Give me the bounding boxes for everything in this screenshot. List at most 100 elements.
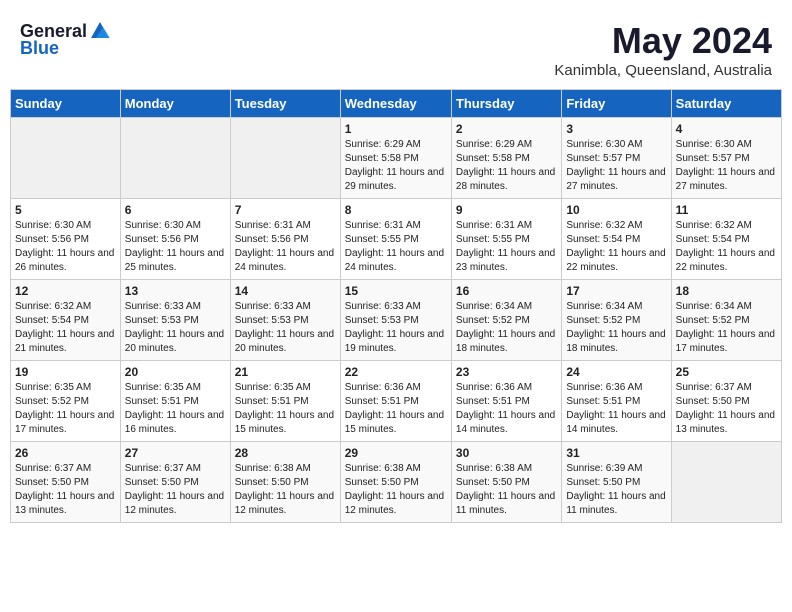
title-area: May 2024 Kanimbla, Queensland, Australia <box>554 20 772 79</box>
day-number: 31 <box>566 446 666 460</box>
day-number: 18 <box>676 284 777 298</box>
day-number: 11 <box>676 203 777 217</box>
day-info: Sunrise: 6:33 AM Sunset: 5:53 PM Dayligh… <box>125 300 226 356</box>
day-number: 7 <box>235 203 336 217</box>
day-number: 17 <box>566 284 666 298</box>
calendar-cell: 29Sunrise: 6:38 AM Sunset: 5:50 PM Dayli… <box>340 442 451 523</box>
day-number: 30 <box>456 446 557 460</box>
day-number: 6 <box>125 203 226 217</box>
day-info: Sunrise: 6:34 AM Sunset: 5:52 PM Dayligh… <box>676 300 777 356</box>
calendar-week-row: 1 Sunrise: 6:29 AM Sunset: 5:58 PM Daylig… <box>11 118 782 199</box>
calendar-cell: 6 Sunrise: 6:30 AM Sunset: 5:56 PM Daylig… <box>120 199 230 280</box>
calendar-cell: 7Sunrise: 6:31 AM Sunset: 5:56 PM Daylig… <box>230 199 340 280</box>
day-info: Sunrise: 6:33 AM Sunset: 5:53 PM Dayligh… <box>345 300 447 356</box>
calendar-week-row: 5 Sunrise: 6:30 AM Sunset: 5:56 PM Daylig… <box>11 199 782 280</box>
day-number: 1 <box>345 122 447 136</box>
calendar-cell: 8Sunrise: 6:31 AM Sunset: 5:55 PM Daylig… <box>340 199 451 280</box>
day-number: 15 <box>345 284 447 298</box>
weekday-header: Wednesday <box>340 90 451 118</box>
day-info: Sunrise: 6:37 AM Sunset: 5:50 PM Dayligh… <box>676 381 777 437</box>
calendar-cell: 22 Sunrise: 6:36 AM Sunset: 5:51 PM Dayli… <box>340 361 451 442</box>
calendar-cell: 10 Sunrise: 6:32 AM Sunset: 5:54 PM Dayli… <box>562 199 671 280</box>
weekday-header: Monday <box>120 90 230 118</box>
calendar-week-row: 19 Sunrise: 6:35 AM Sunset: 5:52 PM Dayli… <box>11 361 782 442</box>
day-info: Sunrise: 6:35 AM Sunset: 5:51 PM Dayligh… <box>235 381 336 437</box>
calendar-cell: 14 Sunrise: 6:33 AM Sunset: 5:53 PM Dayli… <box>230 280 340 361</box>
calendar-cell: 4 Sunrise: 6:30 AM Sunset: 5:57 PM Daylig… <box>671 118 781 199</box>
calendar-cell: 31 Sunrise: 6:39 AM Sunset: 5:50 PM Dayli… <box>562 442 671 523</box>
day-number: 21 <box>235 365 336 379</box>
calendar-cell <box>11 118 121 199</box>
calendar-cell: 2 Sunrise: 6:29 AM Sunset: 5:58 PM Daylig… <box>451 118 561 199</box>
logo-icon <box>89 20 111 42</box>
day-number: 25 <box>676 365 777 379</box>
weekday-header: Saturday <box>671 90 781 118</box>
day-info: Sunrise: 6:37 AM Sunset: 5:50 PM Dayligh… <box>15 462 116 518</box>
day-info: Sunrise: 6:31 AM Sunset: 5:55 PM Dayligh… <box>456 219 557 275</box>
day-number: 26 <box>15 446 116 460</box>
calendar-cell: 20Sunrise: 6:35 AM Sunset: 5:51 PM Dayli… <box>120 361 230 442</box>
calendar-cell: 17 Sunrise: 6:34 AM Sunset: 5:52 PM Dayli… <box>562 280 671 361</box>
calendar-cell: 27 Sunrise: 6:37 AM Sunset: 5:50 PM Dayli… <box>120 442 230 523</box>
day-number: 27 <box>125 446 226 460</box>
day-number: 22 <box>345 365 447 379</box>
day-info: Sunrise: 6:33 AM Sunset: 5:53 PM Dayligh… <box>235 300 336 356</box>
day-info: Sunrise: 6:32 AM Sunset: 5:54 PM Dayligh… <box>566 219 666 275</box>
logo-blue-text: Blue <box>20 38 59 59</box>
calendar-cell: 5Sunrise: 6:30 AM Sunset: 5:56 PM Daylig… <box>11 199 121 280</box>
page-header: General Blue May 2024 Kanimbla, Queensla… <box>10 10 782 84</box>
day-info: Sunrise: 6:34 AM Sunset: 5:52 PM Dayligh… <box>566 300 666 356</box>
day-number: 3 <box>566 122 666 136</box>
day-number: 4 <box>676 122 777 136</box>
day-info: Sunrise: 6:35 AM Sunset: 5:52 PM Dayligh… <box>15 381 116 437</box>
day-info: Sunrise: 6:37 AM Sunset: 5:50 PM Dayligh… <box>125 462 226 518</box>
day-info: Sunrise: 6:34 AM Sunset: 5:52 PM Dayligh… <box>456 300 557 356</box>
day-number: 19 <box>15 365 116 379</box>
calendar-cell: 26 Sunrise: 6:37 AM Sunset: 5:50 PM Dayli… <box>11 442 121 523</box>
calendar-cell: 23Sunrise: 6:36 AM Sunset: 5:51 PM Dayli… <box>451 361 561 442</box>
logo: General Blue <box>20 20 111 59</box>
day-number: 9 <box>456 203 557 217</box>
day-info: Sunrise: 6:30 AM Sunset: 5:56 PM Dayligh… <box>125 219 226 275</box>
calendar-cell: 3 Sunrise: 6:30 AM Sunset: 5:57 PM Daylig… <box>562 118 671 199</box>
calendar-cell: 19 Sunrise: 6:35 AM Sunset: 5:52 PM Dayli… <box>11 361 121 442</box>
day-number: 13 <box>125 284 226 298</box>
day-number: 14 <box>235 284 336 298</box>
day-info: Sunrise: 6:36 AM Sunset: 5:51 PM Dayligh… <box>456 381 557 437</box>
weekday-header: Sunday <box>11 90 121 118</box>
day-info: Sunrise: 6:32 AM Sunset: 5:54 PM Dayligh… <box>15 300 116 356</box>
calendar-table: SundayMondayTuesdayWednesdayThursdayFrid… <box>10 89 782 523</box>
day-info: Sunrise: 6:30 AM Sunset: 5:57 PM Dayligh… <box>566 138 666 194</box>
calendar-cell: 12 Sunrise: 6:32 AM Sunset: 5:54 PM Dayli… <box>11 280 121 361</box>
day-info: Sunrise: 6:35 AM Sunset: 5:51 PM Dayligh… <box>125 381 226 437</box>
day-info: Sunrise: 6:32 AM Sunset: 5:54 PM Dayligh… <box>676 219 777 275</box>
day-number: 12 <box>15 284 116 298</box>
day-number: 24 <box>566 365 666 379</box>
day-info: Sunrise: 6:36 AM Sunset: 5:51 PM Dayligh… <box>566 381 666 437</box>
day-number: 5 <box>15 203 116 217</box>
day-number: 2 <box>456 122 557 136</box>
calendar-cell: 13 Sunrise: 6:33 AM Sunset: 5:53 PM Dayli… <box>120 280 230 361</box>
calendar-cell: 28Sunrise: 6:38 AM Sunset: 5:50 PM Dayli… <box>230 442 340 523</box>
subtitle: Kanimbla, Queensland, Australia <box>554 62 772 79</box>
calendar-cell <box>120 118 230 199</box>
day-info: Sunrise: 6:29 AM Sunset: 5:58 PM Dayligh… <box>456 138 557 194</box>
day-info: Sunrise: 6:30 AM Sunset: 5:57 PM Dayligh… <box>676 138 777 194</box>
calendar-header-row: SundayMondayTuesdayWednesdayThursdayFrid… <box>11 90 782 118</box>
day-info: Sunrise: 6:38 AM Sunset: 5:50 PM Dayligh… <box>456 462 557 518</box>
weekday-header: Thursday <box>451 90 561 118</box>
calendar-cell <box>671 442 781 523</box>
day-number: 10 <box>566 203 666 217</box>
calendar-cell: 9 Sunrise: 6:31 AM Sunset: 5:55 PM Daylig… <box>451 199 561 280</box>
calendar-cell: 18 Sunrise: 6:34 AM Sunset: 5:52 PM Dayli… <box>671 280 781 361</box>
calendar-cell: 25 Sunrise: 6:37 AM Sunset: 5:50 PM Dayli… <box>671 361 781 442</box>
weekday-header: Tuesday <box>230 90 340 118</box>
calendar-cell: 11 Sunrise: 6:32 AM Sunset: 5:54 PM Dayli… <box>671 199 781 280</box>
calendar-cell <box>230 118 340 199</box>
day-number: 8 <box>345 203 447 217</box>
calendar-cell: 1Sunrise: 6:29 AM Sunset: 5:58 PM Daylig… <box>340 118 451 199</box>
day-info: Sunrise: 6:36 AM Sunset: 5:51 PM Dayligh… <box>345 381 447 437</box>
day-info: Sunrise: 6:39 AM Sunset: 5:50 PM Dayligh… <box>566 462 666 518</box>
calendar-cell: 21 Sunrise: 6:35 AM Sunset: 5:51 PM Dayli… <box>230 361 340 442</box>
calendar-week-row: 12 Sunrise: 6:32 AM Sunset: 5:54 PM Dayli… <box>11 280 782 361</box>
